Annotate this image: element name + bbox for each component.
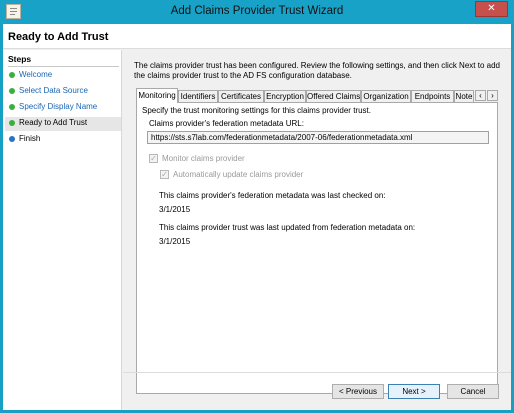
step-ready-to-add-trust: Ready to Add Trust <box>5 117 121 131</box>
step-select-data-source[interactable]: Select Data Source <box>9 85 121 99</box>
monitoring-panel: Specify the trust monitoring settings fo… <box>136 102 498 394</box>
last-updated-value: 3/1/2015 <box>159 237 191 246</box>
tab-identifiers[interactable]: Identifiers <box>178 90 218 102</box>
step-finish: Finish <box>9 133 121 147</box>
wizard-client-area: Ready to Add Trust Steps Welcome Select … <box>3 24 511 410</box>
tab-notes[interactable]: Note <box>454 90 474 102</box>
last-checked-value: 3/1/2015 <box>159 205 191 214</box>
tab-certificates[interactable]: Certificates <box>218 90 264 102</box>
footer-divider <box>123 372 511 373</box>
metadata-url-label: Claims provider's federation metadata UR… <box>149 119 304 128</box>
auto-update-checkbox[interactable]: ✓ <box>160 170 169 179</box>
metadata-url-field[interactable]: https://sts.s7lab.com/federationmetadata… <box>147 131 489 144</box>
last-checked-label: This claims provider's federation metada… <box>159 191 386 200</box>
monitor-provider-label: Monitor claims provider <box>162 154 245 163</box>
steps-divider <box>8 66 119 67</box>
step-specify-display-name[interactable]: Specify Display Name <box>9 101 121 115</box>
cancel-button[interactable]: Cancel <box>447 384 499 399</box>
tab-monitoring[interactable]: Monitoring <box>136 88 178 103</box>
page-header: Ready to Add Trust <box>3 24 511 49</box>
last-updated-label: This claims provider trust was last upda… <box>159 223 416 232</box>
tab-offered-claims[interactable]: Offered Claims <box>306 90 361 102</box>
tab-organization[interactable]: Organization <box>361 90 411 102</box>
tab-strip: Monitoring Identifiers Certificates Encr… <box>136 88 498 103</box>
step-label: Finish <box>19 134 41 143</box>
step-welcome[interactable]: Welcome <box>9 69 121 83</box>
step-current-icon <box>9 120 15 126</box>
tab-scroll-right-icon[interactable]: › <box>487 90 498 101</box>
step-label: Welcome <box>19 70 53 79</box>
trust-properties: Monitoring Identifiers Certificates Encr… <box>133 88 501 396</box>
steps-pane: Steps Welcome Select Data Source Specify… <box>3 50 122 410</box>
next-button[interactable]: Next > <box>388 384 440 399</box>
step-label: Ready to Add Trust <box>19 118 88 127</box>
tab-scroll-left-icon[interactable]: ‹ <box>475 90 486 101</box>
step-complete-icon <box>9 88 15 94</box>
steps-title: Steps <box>8 54 32 64</box>
step-label: Specify Display Name <box>19 102 98 111</box>
page-title: Ready to Add Trust <box>8 31 109 43</box>
intro-text: The claims provider trust has been confi… <box>134 61 500 80</box>
auto-update-label: Automatically update claims provider <box>173 170 304 179</box>
tab-endpoints[interactable]: Endpoints <box>411 90 454 102</box>
previous-button[interactable]: < Previous <box>332 384 384 399</box>
step-label: Select Data Source <box>19 86 88 95</box>
step-pending-icon <box>9 136 15 142</box>
close-button[interactable]: ✕ <box>475 1 508 17</box>
title-bar[interactable]: Add Claims Provider Trust Wizard ✕ <box>0 0 514 24</box>
step-complete-icon <box>9 72 15 78</box>
wizard-window: Add Claims Provider Trust Wizard ✕ Ready… <box>0 0 514 413</box>
monitoring-description: Specify the trust monitoring settings fo… <box>142 106 371 115</box>
tab-encryption[interactable]: Encryption <box>264 90 306 102</box>
close-icon: ✕ <box>487 3 496 14</box>
step-complete-icon <box>9 104 15 110</box>
monitor-provider-checkbox[interactable]: ✓ <box>149 154 158 163</box>
window-title: Add Claims Provider Trust Wizard <box>170 5 344 17</box>
